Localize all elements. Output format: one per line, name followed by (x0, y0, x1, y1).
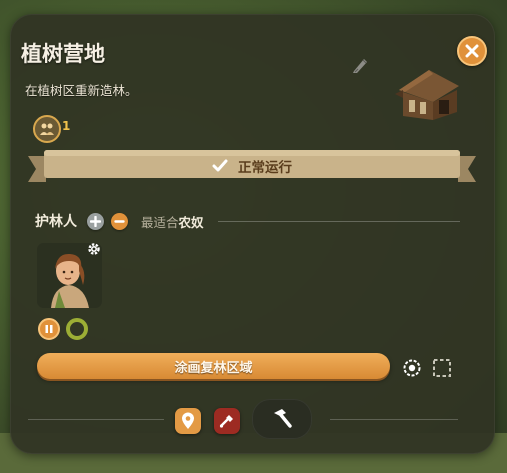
best-fit-prefix: 最适合 (141, 214, 179, 230)
build-tab-button[interactable] (252, 399, 312, 439)
gear-icon (88, 243, 100, 255)
select-area-icon (433, 359, 451, 377)
locate-building-button[interactable] (175, 408, 201, 434)
priority-ring-button[interactable] (66, 318, 88, 340)
close-icon (465, 44, 479, 58)
pencil-icon (353, 59, 367, 73)
section-title: 护林人 (35, 214, 77, 230)
demolish-button[interactable] (214, 408, 240, 434)
remove-worker-button[interactable] (111, 212, 128, 230)
paint-button-label: 涂画复林区域 (174, 360, 253, 376)
rename-button[interactable] (349, 54, 371, 76)
building-description: 在植树区重新造林。 (25, 83, 138, 98)
paint-reforest-area-button[interactable]: 涂画复林区域 (37, 353, 390, 379)
best-fit-type: 农奴 (178, 214, 204, 230)
status-banner: 正常运行 (28, 146, 476, 186)
best-fit-hint: 最适合农奴 (141, 212, 204, 231)
add-worker-button[interactable] (87, 212, 104, 230)
footer-divider-right (330, 419, 458, 420)
hammer-icon (274, 409, 292, 428)
target-icon (403, 359, 421, 377)
status-label: 正常运行 (238, 160, 292, 176)
workers-icon (33, 115, 61, 143)
minus-icon (114, 219, 125, 223)
workers-count: 1 (62, 119, 71, 133)
building-title: 植树营地 (21, 42, 105, 66)
building-illustration (393, 60, 465, 124)
worker-settings-button[interactable] (86, 241, 102, 257)
pause-icon (45, 325, 53, 333)
location-pin-icon (182, 412, 194, 429)
focus-target-button[interactable] (401, 357, 423, 379)
footer-divider-left (28, 419, 164, 420)
section-divider (217, 220, 460, 222)
demolish-shovel-icon (219, 415, 233, 428)
select-area-button[interactable] (432, 358, 452, 378)
plus-icon (90, 215, 101, 227)
pause-button[interactable] (38, 318, 60, 340)
workers-section-header: 护林人 最适合农奴 (35, 210, 460, 232)
checkmark-icon (212, 159, 228, 172)
